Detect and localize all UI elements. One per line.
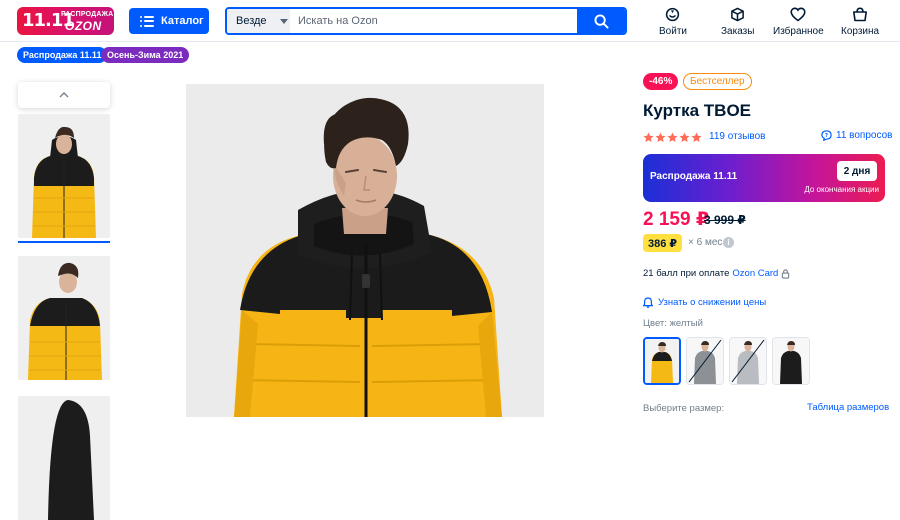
search-bar: Везде xyxy=(225,7,627,35)
header: 11.11 РАСПРОДАЖА OZON Каталог Везде Иска… xyxy=(0,0,900,42)
rating-stars[interactable] xyxy=(643,132,702,143)
questions-link[interactable]: ? 11 вопросов xyxy=(821,130,892,141)
current-price: 2 159 ₽ xyxy=(643,209,710,230)
gallery-scroll-up-button[interactable] xyxy=(18,82,110,108)
promo-days-counter: 2 дня xyxy=(837,161,877,181)
bell-icon xyxy=(643,297,653,308)
chevron-up-icon xyxy=(59,92,69,98)
promo-title: Распродажа 11.11 xyxy=(650,171,738,182)
chip-sale-label: Распродажа 11.11 xyxy=(23,50,102,60)
swatch-black-jacket-image xyxy=(773,338,809,384)
ozon-card-link[interactable]: Ozon Card xyxy=(732,268,778,279)
old-price: 3 999 ₽ xyxy=(704,213,746,227)
color-swatch-grey[interactable] xyxy=(686,337,724,385)
star-icon xyxy=(655,132,666,142)
logo-sale-label: РАСПРОДАЖА xyxy=(61,11,114,18)
star-icon xyxy=(667,132,678,142)
questions-label: 11 вопросов xyxy=(836,130,893,141)
thumbnail-active-indicator xyxy=(18,241,110,243)
nav-orders[interactable]: Заказы xyxy=(721,7,754,37)
catalog-button[interactable]: Каталог xyxy=(129,8,209,34)
menu-list-icon xyxy=(140,15,154,27)
reviews-link[interactable]: 119 отзывов xyxy=(709,131,766,142)
points-text: 21 балл при оплате xyxy=(643,268,730,279)
product-thumbnail-side-image xyxy=(18,256,110,380)
star-icon xyxy=(679,132,690,142)
product-thumbnail-front-image xyxy=(18,114,110,238)
chip-season-label: Осень-Зима 2021 xyxy=(107,50,184,60)
nav-login[interactable]: Войти xyxy=(659,7,687,37)
swatch-light-grey-jacket-image xyxy=(730,338,766,384)
color-label: Цвет: желтый xyxy=(643,318,703,329)
heart-icon xyxy=(790,7,806,22)
chip-sale-1111[interactable]: Распродажа 11.11 xyxy=(17,47,108,63)
product-thumbnail-back-image xyxy=(18,396,110,520)
size-table-link[interactable]: Таблица размеров xyxy=(807,402,889,413)
color-swatch-black[interactable] xyxy=(772,337,810,385)
size-select-label: Выберите размер: xyxy=(643,403,725,414)
chevron-down-icon xyxy=(279,18,288,24)
box-icon xyxy=(731,7,745,22)
swatch-grey-jacket-image xyxy=(687,338,723,384)
main-product-photo[interactable] xyxy=(186,84,544,417)
info-icon[interactable]: i xyxy=(723,237,734,248)
bestseller-badge: Бестселлер xyxy=(683,73,752,90)
search-button[interactable] xyxy=(577,9,625,33)
notify-label: Узнать о снижении цены xyxy=(658,297,767,308)
chip-autumn-winter[interactable]: Осень-Зима 2021 xyxy=(101,47,190,63)
sale-promo-banner[interactable]: Распродажа 11.11 2 дня До окончания акци… xyxy=(643,154,885,202)
catalog-label: Каталог xyxy=(161,15,204,27)
star-icon xyxy=(643,132,654,142)
product-title: Куртка TBOE xyxy=(643,101,752,120)
search-scope-select[interactable]: Везде xyxy=(227,9,290,33)
nav-favorites[interactable]: Избранное xyxy=(773,7,824,37)
nav-cart-label: Корзина xyxy=(841,26,880,37)
nav-favorites-label: Избранное xyxy=(773,26,824,37)
bestseller-label: Бестселлер xyxy=(690,76,745,87)
nav-login-label: Войти xyxy=(659,26,687,37)
smile-user-icon xyxy=(666,7,680,22)
installment-amount[interactable]: 386 ₽ xyxy=(643,234,683,252)
logo-brand: OZON xyxy=(65,19,102,33)
search-input[interactable] xyxy=(290,9,577,33)
installment-multiplier: × 6 мес xyxy=(688,237,723,248)
thumbnail-1[interactable] xyxy=(18,114,110,238)
price-drop-notify-link[interactable]: Узнать о снижении цены xyxy=(643,297,766,308)
color-swatch-yellow[interactable] xyxy=(643,337,681,385)
search-icon xyxy=(593,13,609,29)
star-icon xyxy=(691,132,702,142)
points-info: 21 балл при оплате Ozon Card xyxy=(643,268,790,279)
nav-cart[interactable]: Корзина xyxy=(841,7,879,37)
discount-value: -46% xyxy=(649,76,673,87)
thumbnail-3[interactable] xyxy=(18,396,110,520)
product-main-image xyxy=(186,84,544,417)
color-swatch-light-grey[interactable] xyxy=(729,337,767,385)
discount-badge: -46% xyxy=(643,73,679,90)
ozon-logo[interactable]: 11.11 РАСПРОДАЖА OZON xyxy=(17,7,114,35)
promo-until-label: До окончания акции xyxy=(804,185,879,194)
search-scope-value: Везде xyxy=(236,15,267,27)
lock-icon xyxy=(782,268,790,279)
basket-icon xyxy=(853,7,868,22)
svg-text:?: ? xyxy=(825,133,828,139)
swatch-yellow-jacket-image xyxy=(645,339,679,383)
nav-orders-label: Заказы xyxy=(721,26,755,37)
chat-bubble-icon: ? xyxy=(821,130,832,141)
thumbnail-2[interactable] xyxy=(18,256,110,380)
